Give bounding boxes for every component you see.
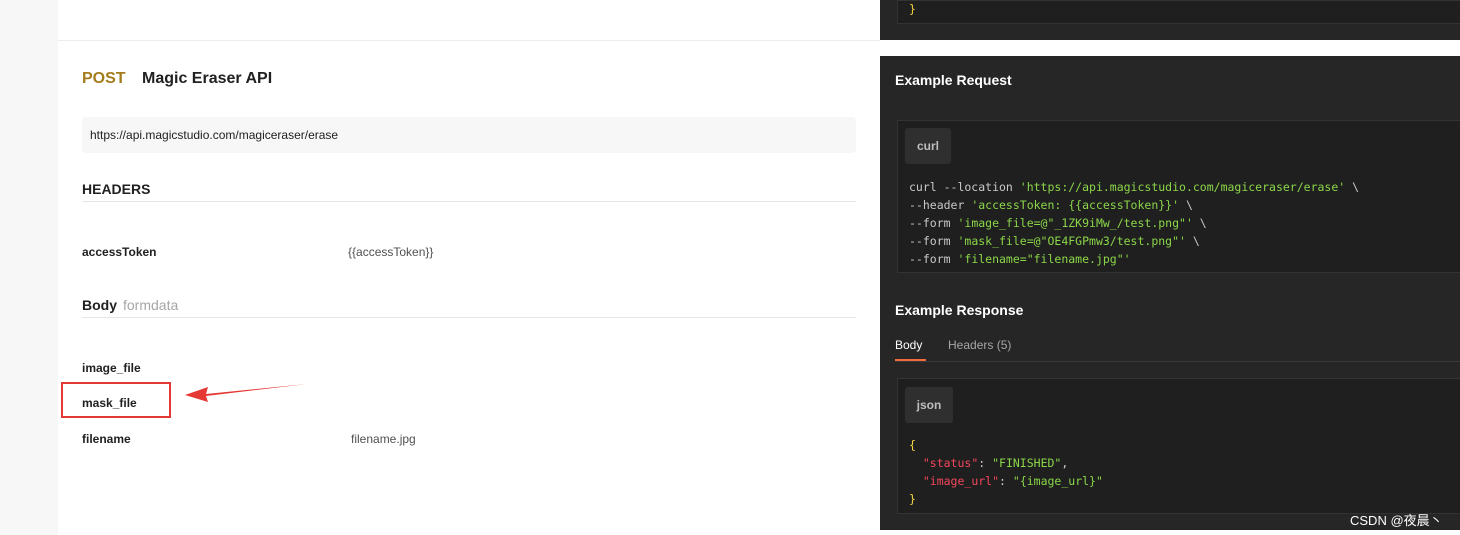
body-heading: Body formdata	[82, 297, 178, 313]
tabs-divider	[895, 361, 1460, 362]
watermark: CSDN @夜晨丶	[1350, 513, 1443, 528]
headers-divider	[82, 201, 856, 202]
divider	[58, 40, 880, 41]
response-language-chip[interactable]: json	[905, 387, 953, 423]
request-code-line: curl --location 'https://api.magicstudio…	[909, 180, 1360, 194]
json-close-brace: }	[909, 492, 916, 506]
body-type-label: formdata	[123, 297, 179, 313]
header-param-value: {{accessToken}}	[348, 245, 434, 259]
json-entry: "image_url": "{image_url}"	[922, 474, 1103, 488]
headers-heading: HEADERS	[82, 181, 151, 197]
header-param-name: accessToken	[82, 245, 157, 259]
annotation-highlight-box	[61, 382, 171, 418]
body-param-name-image-file: image_file	[82, 361, 141, 375]
request-code-line: --header 'accessToken: {{accessToken}}' …	[909, 198, 1193, 212]
tab-response-body[interactable]: Body	[895, 338, 922, 352]
json-entry: "status": "FINISHED",	[922, 456, 1069, 470]
previous-code-line: }	[909, 2, 916, 16]
request-url-box[interactable]: https://api.magicstudio.com/magiceraser/…	[82, 117, 856, 153]
response-code-block	[897, 378, 1460, 514]
endpoint-title: Magic Eraser API	[142, 70, 273, 87]
http-method-badge: POST	[82, 70, 126, 87]
example-response-title: Example Response	[895, 302, 1024, 318]
tab-response-headers[interactable]: Headers (5)	[948, 338, 1011, 352]
body-param-name-filename: filename	[82, 432, 131, 446]
request-url: https://api.magicstudio.com/magiceraser/…	[90, 128, 339, 142]
body-title: Body	[82, 297, 117, 313]
left-gutter	[0, 0, 58, 535]
annotation-arrow-icon	[185, 384, 307, 402]
previous-code-block	[897, 0, 1460, 24]
active-tab-indicator	[895, 359, 926, 361]
json-open-brace: {	[909, 438, 916, 452]
request-code-line: --form 'mask_file=@"OE4FGPmw3/test.png"'…	[909, 234, 1200, 248]
request-code-line: --form 'filename="filename.jpg"'	[909, 252, 1131, 266]
body-param-value-filename: filename.jpg	[351, 432, 416, 446]
body-divider	[82, 317, 856, 318]
example-request-title: Example Request	[895, 72, 1012, 88]
request-code-line: --form 'image_file=@"_1ZK9iMw_/test.png"…	[909, 216, 1207, 230]
request-language-chip[interactable]: curl	[905, 128, 951, 164]
request-code-block	[897, 120, 1460, 273]
